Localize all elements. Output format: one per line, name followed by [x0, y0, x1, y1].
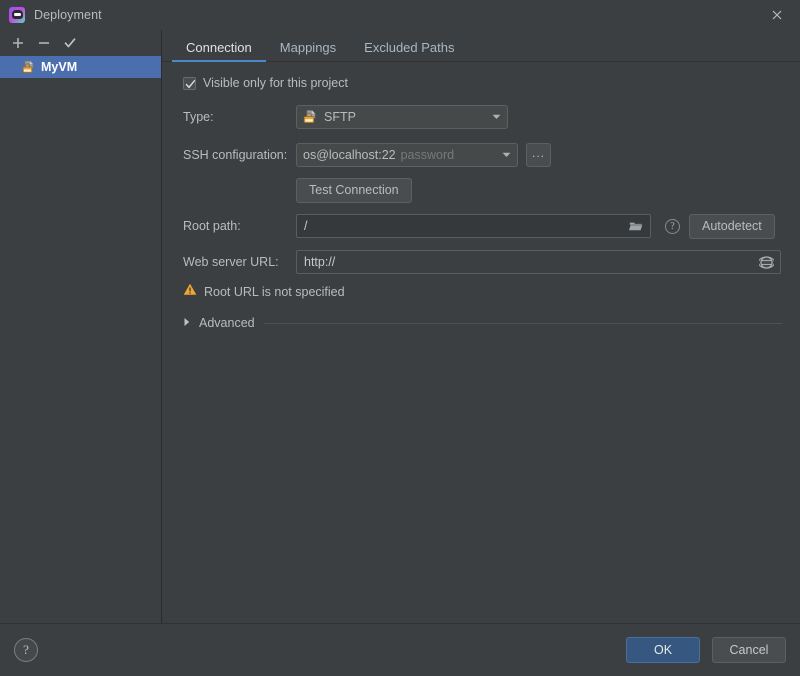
ok-button[interactable]: OK: [626, 637, 700, 663]
chevron-down-icon: [495, 152, 517, 158]
test-connection-button[interactable]: Test Connection: [296, 177, 412, 203]
pycharm-icon: [9, 7, 25, 23]
server-list: MyVM: [0, 56, 161, 623]
type-row: Type: SFTP: [174, 104, 786, 130]
visible-only-label: Visible only for this project: [203, 76, 348, 90]
connection-form: Visible only for this project Type: SFTP…: [162, 62, 800, 623]
warning-triangle-icon: [183, 283, 197, 301]
tab-excluded-paths[interactable]: Excluded Paths: [350, 41, 468, 61]
server-list-item-myvm[interactable]: MyVM: [0, 56, 161, 78]
title-bar: Deployment: [0, 0, 800, 30]
close-icon[interactable]: [754, 0, 800, 30]
window-title: Deployment: [34, 8, 102, 22]
remove-server-button[interactable]: [32, 32, 56, 54]
web-server-url-input[interactable]: http://: [296, 250, 781, 274]
chevron-down-icon: [485, 114, 507, 120]
root-path-help-icon[interactable]: ?: [665, 218, 680, 234]
server-list-item-label: MyVM: [41, 60, 78, 74]
ssh-configuration-label: SSH configuration:: [183, 148, 288, 162]
dialog-body: MyVM Connection Mappings Excluded Paths: [0, 30, 800, 623]
root-path-value: /: [304, 219, 308, 233]
ssh-configuration-row: SSH configuration: os@localhost:22 passw…: [174, 142, 786, 168]
type-value: SFTP: [324, 110, 356, 124]
type-select[interactable]: SFTP: [296, 105, 508, 129]
advanced-divider: [263, 322, 782, 324]
sftp-icon: [303, 110, 318, 124]
sftp-server-icon: [22, 60, 36, 74]
advanced-label: Advanced: [199, 316, 255, 330]
dialog-footer: ? OK Cancel: [0, 623, 800, 676]
root-path-row: Root path: / ? Autodetect: [174, 213, 786, 239]
test-connection-row: Test Connection: [174, 177, 786, 203]
visible-only-checkbox[interactable]: [183, 76, 196, 90]
cancel-button[interactable]: Cancel: [712, 637, 786, 663]
autodetect-button[interactable]: Autodetect: [689, 213, 775, 239]
web-server-url-label: Web server URL:: [183, 255, 279, 269]
check-icon: [185, 79, 196, 88]
folder-icon[interactable]: [624, 215, 648, 237]
settings-panel: Connection Mappings Excluded Paths Visib…: [162, 30, 800, 623]
deployment-dialog: Deployment MyVM Connection Mappings Excl…: [0, 0, 800, 676]
help-button[interactable]: ?: [14, 638, 38, 662]
chevron-right-icon: [183, 314, 191, 332]
tab-connection[interactable]: Connection: [172, 41, 266, 62]
server-list-panel: MyVM: [0, 30, 162, 623]
advanced-section-toggle[interactable]: Advanced: [174, 314, 786, 332]
ssh-auth-hint: password: [400, 148, 455, 162]
type-label: Type:: [183, 110, 214, 124]
warning-text: Root URL is not specified: [204, 285, 345, 299]
web-server-url-row: Web server URL: http://: [174, 249, 786, 275]
visible-only-row: Visible only for this project: [183, 76, 786, 90]
ssh-configuration-select[interactable]: os@localhost:22 password: [296, 143, 518, 167]
add-server-button[interactable]: [6, 32, 30, 54]
ssh-configuration-value: os@localhost:22: [303, 148, 396, 162]
root-path-label: Root path:: [183, 219, 241, 233]
root-path-input[interactable]: /: [296, 214, 651, 238]
root-url-warning: Root URL is not specified: [174, 283, 786, 301]
set-default-server-button[interactable]: [58, 32, 82, 54]
tab-mappings[interactable]: Mappings: [266, 41, 350, 61]
web-server-url-value: http://: [304, 255, 336, 269]
server-list-toolbar: [0, 30, 161, 56]
ssh-config-browse-button[interactable]: ...: [526, 143, 551, 167]
globe-icon[interactable]: [754, 251, 778, 273]
footer-actions: OK Cancel: [626, 637, 786, 663]
tab-bar: Connection Mappings Excluded Paths: [162, 30, 800, 62]
